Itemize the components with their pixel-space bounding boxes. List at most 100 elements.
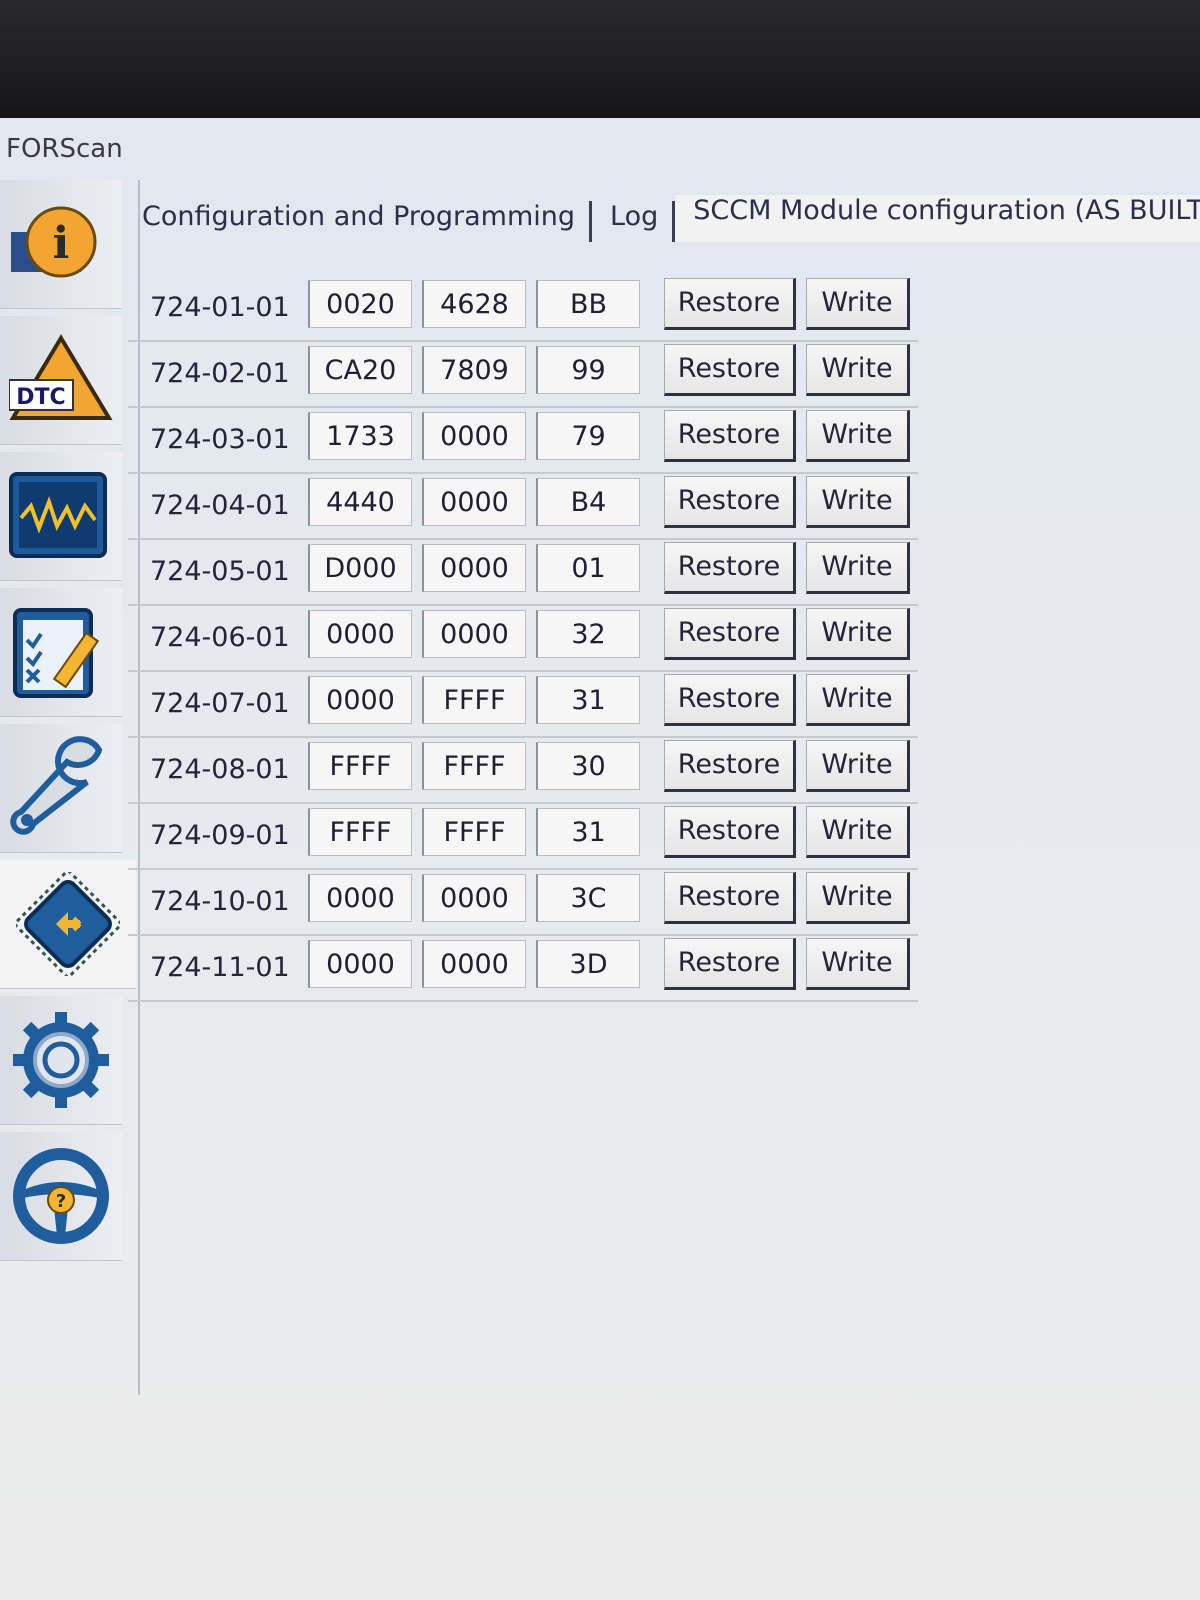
write-button[interactable]: Write <box>806 740 910 792</box>
value-field-3[interactable]: 30 <box>536 742 640 790</box>
value-field-3[interactable]: 99 <box>536 346 640 394</box>
table-row: 724-02-01 CA20 7809 99 Restore Write <box>128 342 918 408</box>
monitor-bezel <box>0 0 1200 120</box>
table-row: 724-10-01 0000 0000 3C Restore Write <box>128 870 918 936</box>
row-address: 724-03-01 <box>150 424 290 455</box>
restore-button[interactable]: Restore <box>664 872 796 924</box>
help-steering-wheel-icon: ? <box>9 1144 113 1248</box>
value-field-3[interactable]: 3D <box>536 940 640 988</box>
value-field-1[interactable]: D000 <box>308 544 412 592</box>
sidebar: i DTC ? <box>0 180 140 1395</box>
value-field-3[interactable]: 3C <box>536 874 640 922</box>
svg-text:?: ? <box>56 1191 66 1212</box>
write-button[interactable]: Write <box>806 608 910 660</box>
sidebar-item-oscilloscope[interactable] <box>0 452 122 581</box>
value-field-3[interactable]: 01 <box>536 544 640 592</box>
value-field-3[interactable]: 31 <box>536 808 640 856</box>
restore-button[interactable]: Restore <box>664 542 796 594</box>
checklist-icon <box>9 602 113 702</box>
write-button[interactable]: Write <box>806 674 910 726</box>
table-row: 724-09-01 FFFF FFFF 31 Restore Write <box>128 804 918 870</box>
sidebar-item-service[interactable] <box>0 724 122 853</box>
restore-button[interactable]: Restore <box>664 938 796 990</box>
table-row: 724-07-01 0000 FFFF 31 Restore Write <box>128 672 918 738</box>
row-address: 724-11-01 <box>150 952 290 983</box>
forscan-window: FORScan i DTC ? Configuration and Progra… <box>0 118 1200 1600</box>
sidebar-item-settings[interactable] <box>0 996 122 1125</box>
write-button[interactable]: Write <box>806 542 910 594</box>
dtc-icon: DTC <box>9 330 113 430</box>
value-field-1[interactable]: 4440 <box>308 478 412 526</box>
table-row: 724-11-01 0000 0000 3D Restore Write <box>128 936 918 1002</box>
value-field-1[interactable]: 0000 <box>308 940 412 988</box>
value-field-1[interactable]: 1733 <box>308 412 412 460</box>
value-field-2[interactable]: 0000 <box>422 412 526 460</box>
value-field-2[interactable]: 0000 <box>422 544 526 592</box>
write-button[interactable]: Write <box>806 278 910 330</box>
restore-button[interactable]: Restore <box>664 806 796 858</box>
app-title: FORScan <box>6 134 123 164</box>
restore-button[interactable]: Restore <box>664 410 796 462</box>
value-field-3[interactable]: 79 <box>536 412 640 460</box>
write-button[interactable]: Write <box>806 410 910 462</box>
sidebar-item-help[interactable]: ? <box>0 1132 122 1261</box>
sidebar-item-dtc[interactable]: DTC <box>0 316 122 445</box>
value-field-2[interactable]: 0000 <box>422 478 526 526</box>
tab-log[interactable]: Log <box>592 201 676 242</box>
dtc-icon-label: DTC <box>16 385 65 410</box>
value-field-1[interactable]: FFFF <box>308 808 412 856</box>
value-field-3[interactable]: BB <box>536 280 640 328</box>
write-button[interactable]: Write <box>806 344 910 396</box>
value-field-1[interactable]: CA20 <box>308 346 412 394</box>
restore-button[interactable]: Restore <box>664 674 796 726</box>
value-field-1[interactable]: FFFF <box>308 742 412 790</box>
tab-sccm-module-configuration[interactable]: SCCM Module configuration (AS BUILT fo <box>675 195 1200 242</box>
restore-button[interactable]: Restore <box>664 608 796 660</box>
restore-button[interactable]: Restore <box>664 476 796 528</box>
value-field-2[interactable]: 0000 <box>422 940 526 988</box>
row-address: 724-08-01 <box>150 754 290 785</box>
tab-configuration-and-programming[interactable]: Configuration and Programming <box>124 201 593 242</box>
write-button[interactable]: Write <box>806 872 910 924</box>
value-field-1[interactable]: 0000 <box>308 874 412 922</box>
value-field-3[interactable]: 31 <box>536 676 640 724</box>
row-address: 724-10-01 <box>150 886 290 917</box>
restore-button[interactable]: Restore <box>664 740 796 792</box>
value-field-2[interactable]: 4628 <box>422 280 526 328</box>
row-address: 724-09-01 <box>150 820 290 851</box>
row-address: 724-02-01 <box>150 358 290 389</box>
row-address: 724-05-01 <box>150 556 290 587</box>
sidebar-item-configuration[interactable] <box>0 860 136 989</box>
value-field-2[interactable]: 0000 <box>422 874 526 922</box>
value-field-2[interactable]: 0000 <box>422 610 526 658</box>
settings-gear-icon <box>9 1008 113 1112</box>
restore-button[interactable]: Restore <box>664 344 796 396</box>
sidebar-item-tests[interactable] <box>0 588 122 717</box>
value-field-2[interactable]: FFFF <box>422 676 526 724</box>
value-field-3[interactable]: B4 <box>536 478 640 526</box>
row-address: 724-04-01 <box>150 490 290 521</box>
value-field-3[interactable]: 32 <box>536 610 640 658</box>
write-button[interactable]: Write <box>806 476 910 528</box>
table-row: 724-01-01 0020 4628 BB Restore Write <box>128 276 918 342</box>
tab-bar: Configuration and Programming Log SCCM M… <box>124 186 1200 242</box>
value-field-1[interactable]: 0000 <box>308 610 412 658</box>
value-field-1[interactable]: 0000 <box>308 676 412 724</box>
write-button[interactable]: Write <box>806 938 910 990</box>
row-address: 724-06-01 <box>150 622 290 653</box>
value-field-2[interactable]: FFFF <box>422 808 526 856</box>
table-row: 724-08-01 FFFF FFFF 30 Restore Write <box>128 738 918 804</box>
sidebar-item-vehicle-info[interactable]: i <box>0 180 122 309</box>
table-row: 724-03-01 1733 0000 79 Restore Write <box>128 408 918 474</box>
restore-button[interactable]: Restore <box>664 278 796 330</box>
value-field-2[interactable]: 7809 <box>422 346 526 394</box>
value-field-1[interactable]: 0020 <box>308 280 412 328</box>
table-row: 724-05-01 D000 0000 01 Restore Write <box>128 540 918 606</box>
row-address: 724-01-01 <box>150 292 290 323</box>
module-chip-icon <box>16 872 120 976</box>
info-icon: i <box>11 194 111 294</box>
table-row: 724-04-01 4440 0000 B4 Restore Write <box>128 474 918 540</box>
write-button[interactable]: Write <box>806 806 910 858</box>
oscilloscope-icon <box>9 466 113 566</box>
value-field-2[interactable]: FFFF <box>422 742 526 790</box>
